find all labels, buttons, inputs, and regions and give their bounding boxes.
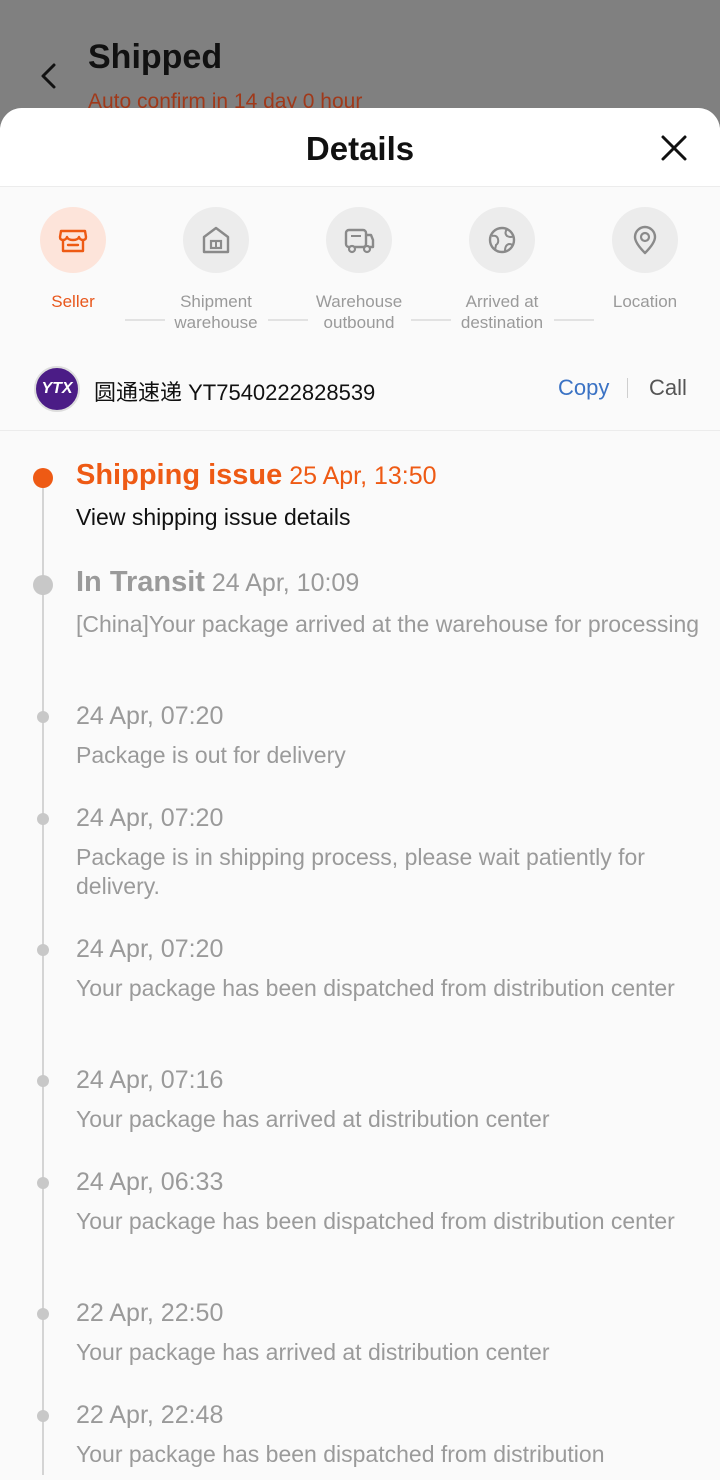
timeline-line xyxy=(42,475,44,1475)
page-title: Shipped xyxy=(88,38,223,76)
step-arrived-destination: Arrived at destination xyxy=(437,207,567,333)
step-shipment-warehouse: Shipment warehouse xyxy=(151,207,281,333)
divider xyxy=(627,378,628,398)
timeline-time: 24 Apr, 06:33 xyxy=(76,1168,224,1196)
timeline-dot xyxy=(33,575,53,595)
sheet-title: Details xyxy=(305,130,415,167)
timeline-time: 22 Apr, 22:48 xyxy=(76,1401,224,1429)
timeline-status: In Transit xyxy=(76,566,205,598)
timeline-dot xyxy=(37,1075,49,1087)
step-seller: Seller xyxy=(8,207,138,312)
timeline-text: Your package has arrived at distribution… xyxy=(76,1106,550,1132)
timeline-dot xyxy=(37,1308,49,1320)
timeline-text: Your package has been dispatched from di… xyxy=(76,1208,675,1234)
timeline-text: Your package has arrived at distribution… xyxy=(76,1339,550,1365)
copy-button[interactable]: Copy xyxy=(558,375,609,401)
step-warehouse-outbound: Warehouse outbound xyxy=(294,207,424,333)
step-label: Warehouse outbound xyxy=(315,292,403,332)
timeline-time: 24 Apr, 10:09 xyxy=(211,569,360,597)
timeline-time: 25 Apr, 13:50 xyxy=(289,462,437,490)
timeline-text: Your package has been dispatched from di… xyxy=(76,975,675,1001)
timeline-dot xyxy=(37,711,49,723)
timeline-dot xyxy=(37,1410,49,1422)
location-pin-icon xyxy=(612,207,678,273)
step-label: Shipment warehouse xyxy=(174,292,258,332)
timeline-status: Shipping issue xyxy=(76,459,283,491)
timeline-time: 24 Apr, 07:20 xyxy=(76,702,224,730)
close-icon[interactable] xyxy=(658,132,690,164)
shipping-progress-steps: Seller Shipment warehouse Warehouse outb… xyxy=(0,187,720,347)
timeline-text: Package is in shipping process, please w… xyxy=(76,844,645,899)
timeline-dot xyxy=(33,468,53,488)
view-shipping-issue-link[interactable]: View shipping issue details xyxy=(76,503,706,532)
step-connector xyxy=(554,319,594,321)
carrier-logo: YTX xyxy=(34,366,80,412)
store-icon xyxy=(40,207,106,273)
step-location: Location xyxy=(580,207,710,312)
timeline-dot xyxy=(37,944,49,956)
carrier-row: YTX 圆通速递 YT7540222828539 Copy Call xyxy=(0,347,720,431)
call-button[interactable]: Call xyxy=(649,375,687,401)
truck-icon xyxy=(326,207,392,273)
timeline-text: Package is out for delivery xyxy=(76,742,346,768)
warehouse-icon xyxy=(183,207,249,273)
timeline-dot xyxy=(37,1177,49,1189)
step-label: Arrived at destination xyxy=(460,292,544,332)
back-arrow-icon[interactable] xyxy=(36,62,64,90)
details-sheet: Details Seller Shipment warehouse Wareho… xyxy=(0,108,720,1480)
step-label: Location xyxy=(612,292,678,311)
step-label: Seller xyxy=(51,292,95,311)
timeline-time: 22 Apr, 22:50 xyxy=(76,1299,224,1327)
timeline-time: 24 Apr, 07:20 xyxy=(76,804,224,832)
timeline-dot xyxy=(37,813,49,825)
sheet-header: Details xyxy=(0,108,720,187)
timeline-text: Your package has been dispatched from di… xyxy=(76,1441,605,1467)
timeline-text: [China]Your package arrived at the wareh… xyxy=(76,611,700,637)
globe-icon xyxy=(469,207,535,273)
timeline-time: 24 Apr, 07:16 xyxy=(76,1066,224,1094)
timeline-time: 24 Apr, 07:20 xyxy=(76,935,224,963)
tracking-number: 圆通速递 YT7540222828539 xyxy=(94,380,376,405)
